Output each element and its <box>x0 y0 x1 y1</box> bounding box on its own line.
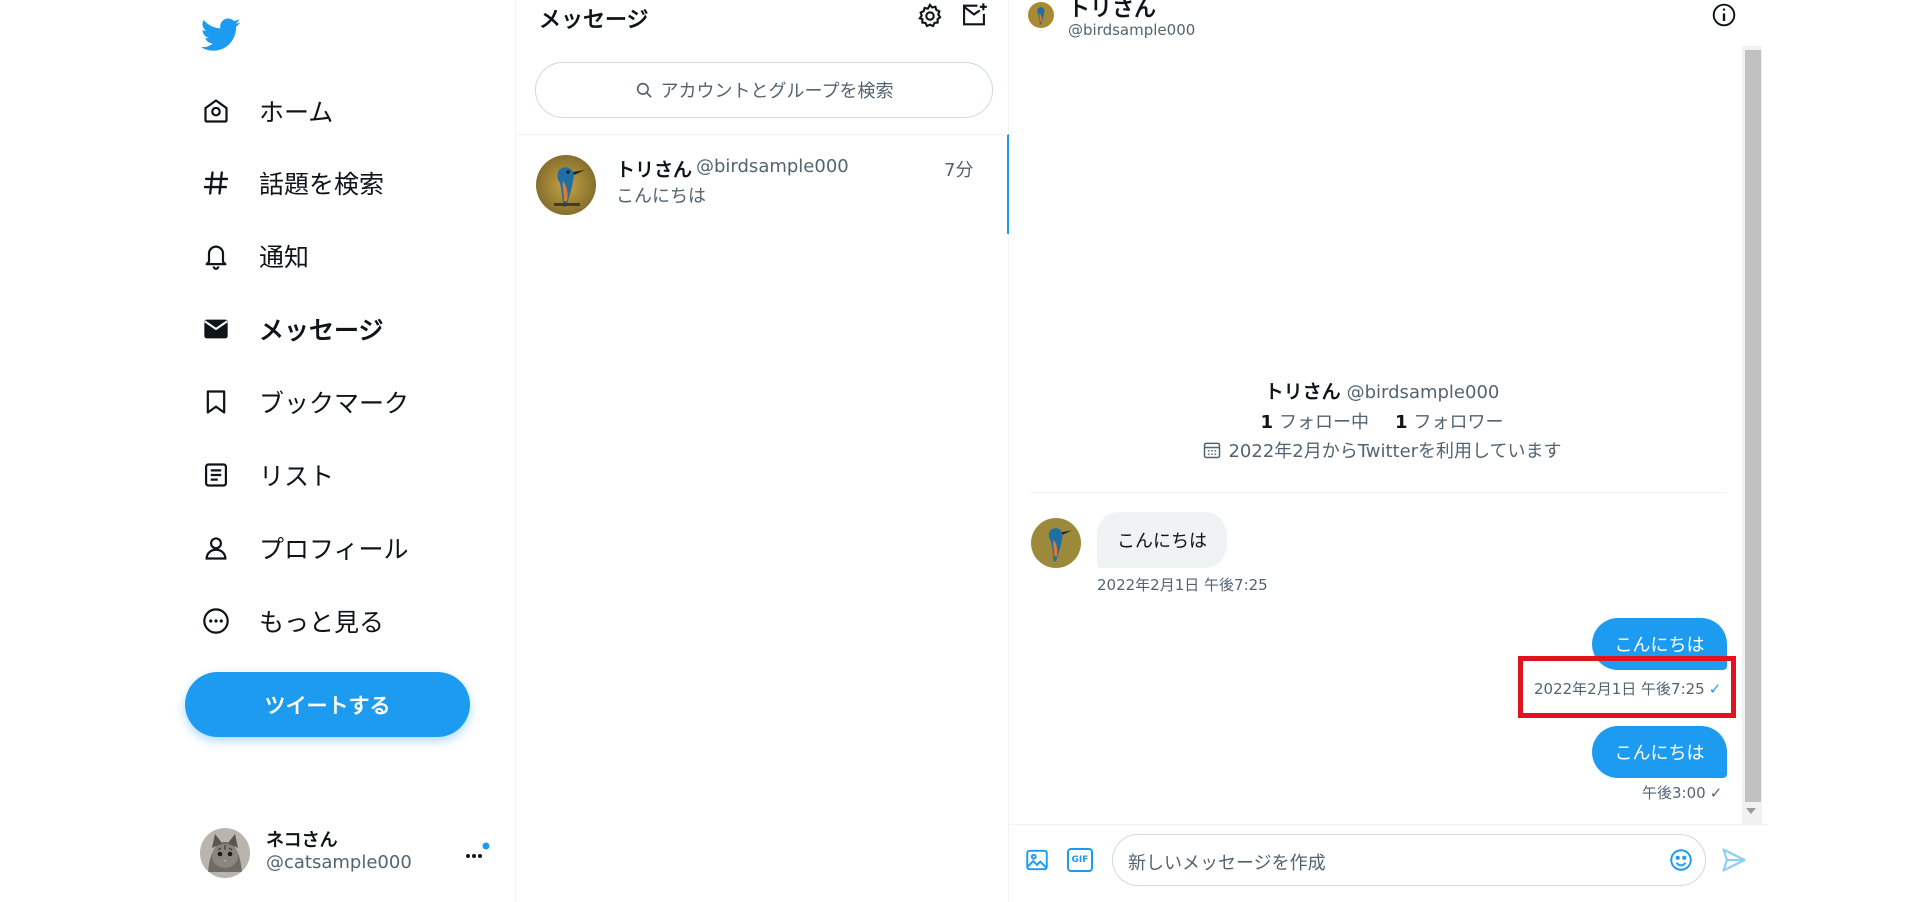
search-icon <box>635 81 653 99</box>
tweet-button[interactable]: ツイートする <box>185 672 470 737</box>
conversation-item[interactable]: トリさん @birdsample000 7分 こんにちは <box>517 134 1009 234</box>
avatar[interactable] <box>1031 518 1081 568</box>
more-icon[interactable] <box>464 842 490 862</box>
scrollbar-thumb[interactable] <box>1745 50 1761 802</box>
bookmark-icon <box>201 387 231 417</box>
conversation-handle: @birdsample000 <box>696 156 849 177</box>
profile-joined: 2022年2月からTwitterを利用しています <box>1022 438 1742 462</box>
profile-handle: @birdsample000 <box>1346 382 1500 403</box>
settings-gear-icon[interactable] <box>916 2 944 30</box>
nav-item-label: ホーム <box>259 98 334 127</box>
followers-label[interactable]: フォロワー <box>1414 408 1504 434</box>
avatar <box>200 828 250 878</box>
search-input[interactable]: アカウントとグループを検索 <box>535 62 993 118</box>
info-icon[interactable] <box>1711 2 1737 28</box>
profile-name: トリさん <box>1264 381 1341 403</box>
bell-icon <box>201 241 231 271</box>
message-input-placeholder: 新しいメッセージを作成 <box>1128 853 1326 874</box>
message-timestamp: 午後3:00 ✓ <box>1642 782 1722 803</box>
nav-item-label: ブックマーク <box>259 389 410 418</box>
emoji-icon[interactable] <box>1668 847 1694 873</box>
message-input[interactable]: 新しいメッセージを作成 <box>1112 834 1706 886</box>
message-bubble-incoming[interactable]: こんにちは <box>1097 512 1227 568</box>
avatar[interactable] <box>1028 2 1054 28</box>
gif-icon[interactable]: GIF <box>1067 848 1093 872</box>
nav-item-label: もっと見る <box>259 608 385 637</box>
divider <box>1030 492 1726 493</box>
profile-summary-name-row[interactable]: トリさん @birdsample000 <box>1022 377 1742 403</box>
conversation-preview: こんにちは <box>616 186 706 207</box>
sent-check-icon: ✓ <box>1709 783 1723 802</box>
nav-item-home[interactable]: ホーム <box>201 86 333 136</box>
scroll-down-arrow-icon[interactable] <box>1746 808 1756 814</box>
list-icon <box>201 460 231 490</box>
chat-header-name: トリさん <box>1068 0 1157 22</box>
following-label[interactable]: フォロー中 <box>1279 408 1369 434</box>
message-time: 午後3:00 <box>1642 784 1706 802</box>
new-message-icon[interactable] <box>960 1 988 29</box>
message-timestamp: 2022年2月1日 午後7:25 <box>1097 576 1268 594</box>
account-name: ネコさん <box>266 830 338 851</box>
hashtag-icon <box>201 168 231 198</box>
conversation-name: トリさん <box>616 159 693 181</box>
nav-item-label: リスト <box>259 462 335 491</box>
profile-joined-text: 2022年2月からTwitterを利用しています <box>1228 441 1562 462</box>
nav-item-label: 話題を検索 <box>259 170 385 199</box>
nav-item-label: プロフィール <box>259 535 409 564</box>
account-handle: @catsample000 <box>266 852 412 873</box>
home-icon <box>201 96 231 126</box>
nav-item-explore[interactable]: 話題を検索 <box>201 158 384 208</box>
nav-item-label: メッセージ <box>259 316 384 345</box>
twitter-logo-icon[interactable] <box>201 18 241 52</box>
notification-dot-icon <box>482 842 490 850</box>
envelope-icon <box>201 314 231 344</box>
followers-count: 1 <box>1395 412 1408 433</box>
conversation-list-panel: メッセージ アカウントとグループを検索 トリさん @birdsample000 … <box>517 0 1009 902</box>
nav-item-messages[interactable]: メッセージ <box>201 304 384 354</box>
conversation-time: 7分 <box>944 160 974 181</box>
divider <box>1010 824 1768 825</box>
message-bubble-outgoing[interactable]: こんにちは <box>1592 726 1727 778</box>
left-navigation: ホーム 話題を検索 通知 メッセージ ブックマーク リスト プロフィール もっと… <box>0 0 516 902</box>
nav-item-label: 通知 <box>259 243 310 272</box>
avatar <box>536 155 596 215</box>
nav-item-more[interactable]: もっと見る <box>201 596 384 646</box>
calendar-icon <box>1202 440 1222 460</box>
page-title: メッセージ <box>539 8 649 33</box>
nav-item-bookmarks[interactable]: ブックマーク <box>201 377 409 427</box>
nav-item-lists[interactable]: リスト <box>201 450 334 500</box>
nav-item-profile[interactable]: プロフィール <box>201 523 409 573</box>
chat-header-handle: @birdsample000 <box>1068 21 1196 39</box>
profile-stats: 1 フォロー中 1 フォロワー <box>1022 408 1742 434</box>
image-icon[interactable] <box>1024 847 1050 873</box>
more-circle-icon <box>201 606 231 636</box>
search-placeholder: アカウントとグループを検索 <box>660 81 894 102</box>
nav-item-notifications[interactable]: 通知 <box>201 231 309 281</box>
following-count: 1 <box>1260 412 1273 433</box>
account-switcher[interactable]: ネコさん @catsample000 <box>200 826 500 882</box>
send-icon[interactable] <box>1720 846 1748 874</box>
person-icon <box>201 533 231 563</box>
highlight-box <box>1518 656 1736 718</box>
